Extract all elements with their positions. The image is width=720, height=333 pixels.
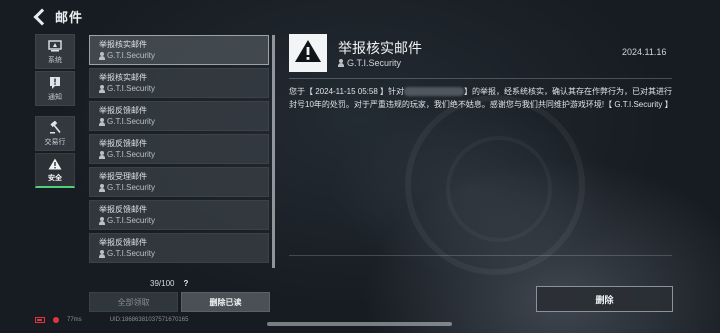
nav-item-system[interactable]: 系统 [35,34,75,69]
scroll-thumb[interactable] [272,35,275,268]
mail-detail-sender: G.T.I.Security [338,58,401,68]
system-icon [48,39,62,53]
page-title: 邮件 [55,9,84,25]
mail-item-sender-text: G.T.I.Security [107,150,156,159]
notice-icon [49,76,61,90]
status-footer: 77ms UID:18686381037571670165 [35,317,188,323]
mail-list-item[interactable]: 举报受理邮件 G.T.I.Security [89,167,269,197]
mail-count: 39/100 [150,279,175,288]
mail-item-title: 举报反馈邮件 [99,205,147,214]
mail-item-sender: G.T.I.Security [99,50,260,61]
mail-list: 举报核实邮件 G.T.I.Security 举报核实邮件 G.T.I.Secur… [89,35,269,268]
ping-value: 77ms [67,317,82,323]
mail-item-sender: G.T.I.Security [99,215,260,226]
nav-label-trade: 交易行 [44,138,66,146]
mail-item-title: 举报反馈邮件 [99,106,147,115]
collect-all-button[interactable]: 全部领取 [89,292,178,312]
uid-text: UID:18686381037571670165 [109,317,189,323]
nav-gap [35,108,75,116]
mail-item-sender: G.T.I.Security [99,149,260,160]
person-icon [99,216,105,225]
mail-item-sender: G.T.I.Security [99,248,260,259]
help-icon[interactable]: ? [183,279,188,288]
mail-item-sender: G.T.I.Security [99,83,260,94]
nav-label-notice: 通知 [48,93,62,101]
person-icon [99,249,105,258]
back-arrow-icon[interactable] [32,8,48,24]
home-indicator-bar[interactable] [267,322,452,326]
mail-list-item[interactable]: 举报反馈邮件 G.T.I.Security [89,200,269,230]
network-icon [53,317,59,323]
mail-list-item[interactable]: 举报反馈邮件 G.T.I.Security [89,233,269,263]
warning-icon [48,157,62,171]
mail-list-item[interactable]: 举报反馈邮件 G.T.I.Security [89,101,269,131]
delete-button[interactable]: 删除 [536,286,673,312]
mail-item-sender-text: G.T.I.Security [107,216,156,225]
person-icon [99,117,105,126]
delete-read-button[interactable]: 删除已读 [181,292,270,312]
nav-item-notice[interactable]: 通知 [35,71,75,106]
person-icon [99,150,105,159]
mail-item-sender-text: G.T.I.Security [107,183,156,192]
category-nav: 系统 通知 交易行 安全 [35,34,75,190]
mail-item-title: 举报核实邮件 [99,40,147,49]
divider [289,78,672,79]
nav-item-trade[interactable]: 交易行 [35,116,75,151]
mail-detail-sender-text: G.T.I.Security [347,58,402,68]
redacted-player-name [404,87,465,97]
mail-item-sender: G.T.I.Security [99,116,260,127]
mail-list-scrollbar[interactable] [272,35,275,268]
mail-item-sender-text: G.T.I.Security [107,51,156,60]
person-icon [99,84,105,93]
person-icon [338,59,344,67]
person-icon [99,183,105,192]
mail-item-title: 举报反馈邮件 [99,139,147,148]
mail-detail-body: 您于【 2024-11-15 05:58 】针对 】的举报，经系统核实，确认其存在… [289,85,673,111]
mail-count-row: 39/100 ? [150,279,188,288]
mail-item-sender-text: G.T.I.Security [107,84,156,93]
mail-body-part1: 您于【 2024-11-15 05:58 】针对 [289,87,405,96]
mail-item-title: 举报受理邮件 [99,172,147,181]
battery-icon [35,317,45,323]
person-icon [99,51,105,60]
mail-item-sender-text: G.T.I.Security [107,249,156,258]
divider [289,255,672,256]
emblem-watermark [405,95,585,275]
mail-item-sender: G.T.I.Security [99,182,260,193]
mail-detail-date: 2024.11.16 [622,47,667,57]
header: 邮件 [32,6,83,26]
mail-list-item[interactable]: 举报反馈邮件 G.T.I.Security [89,134,269,164]
nav-item-security[interactable]: 安全 [35,153,75,188]
mail-list-item[interactable]: 举报核实邮件 G.T.I.Security [89,68,269,98]
nav-label-security: 安全 [48,175,62,182]
warning-icon [294,39,322,68]
mail-item-sender-text: G.T.I.Security [107,117,156,126]
mail-list-item[interactable]: 举报核实邮件 G.T.I.Security [89,35,269,65]
mail-detail-title: 举报核实邮件 [338,40,422,56]
mail-type-icon-box [289,34,327,72]
mail-item-title: 举报核实邮件 [99,73,147,82]
mail-item-title: 举报反馈邮件 [99,238,147,247]
nav-label-system: 系统 [48,56,62,64]
hammer-icon [49,121,62,135]
